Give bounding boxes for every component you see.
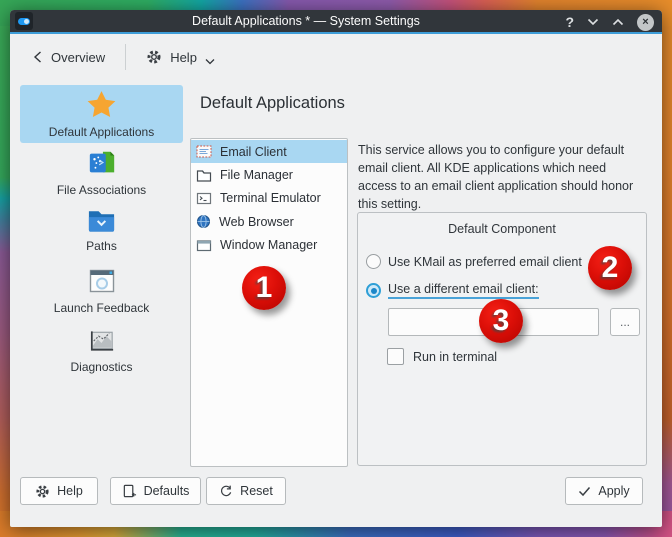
kde-gear-icon xyxy=(35,484,50,499)
sidebar-item-diagnostics[interactable]: Diagnostics xyxy=(20,327,183,374)
undo-arrow-icon xyxy=(219,484,233,498)
sidebar-item-label: Launch Feedback xyxy=(54,301,149,315)
maximize-icon[interactable] xyxy=(612,18,624,26)
apply-button-label: Apply xyxy=(598,484,629,498)
radio-kmail-unchecked[interactable] xyxy=(366,254,381,269)
sidebar-item-label: Default Applications xyxy=(49,125,154,139)
email-stamp-icon xyxy=(196,144,212,159)
star-icon xyxy=(86,90,117,120)
checkmark-icon xyxy=(578,486,591,497)
close-icon[interactable]: × xyxy=(637,14,654,31)
service-description: This service allows you to configure you… xyxy=(358,141,650,213)
run-in-terminal-label: Run in terminal xyxy=(413,350,497,364)
overview-label: Overview xyxy=(51,50,105,65)
titlebar[interactable]: Default Applications * — System Settings… xyxy=(10,10,662,34)
sidebar-item-label: Paths xyxy=(86,239,117,253)
annotation-badge-1: 1 xyxy=(242,266,286,310)
list-item-file-manager[interactable]: File Manager xyxy=(191,163,347,186)
run-in-terminal-checkbox[interactable] xyxy=(387,348,404,365)
system-settings-app-icon xyxy=(15,12,33,30)
help-button-label: Help xyxy=(57,484,83,498)
desktop: Default Applications * — System Settings… xyxy=(0,0,672,537)
overview-back-button[interactable]: Overview xyxy=(24,44,113,71)
list-item-label: Email Client xyxy=(220,145,287,159)
sidebar-item-label: File Associations xyxy=(57,183,146,197)
reset-button-label: Reset xyxy=(240,484,273,498)
list-item-label: Web Browser xyxy=(219,215,294,229)
sidebar-item-launch-feedback[interactable]: Launch Feedback xyxy=(20,266,183,315)
document-revert-icon xyxy=(122,484,137,499)
groupbox-title: Default Component xyxy=(358,222,646,236)
list-item-label: Terminal Emulator xyxy=(220,191,321,205)
reset-button[interactable]: Reset xyxy=(206,477,286,505)
browse-button[interactable]: ... xyxy=(610,308,640,336)
help-menu-button[interactable]: Help xyxy=(138,43,223,71)
terminal-icon xyxy=(196,191,212,206)
folder-paths-icon xyxy=(86,206,117,234)
radio-different-checked[interactable] xyxy=(366,283,381,298)
sidebar-item-file-associations[interactable]: File Associations xyxy=(20,148,183,197)
window-title: Default Applications * — System Settings xyxy=(70,14,542,28)
annotation-badge-2: 2 xyxy=(588,246,632,290)
toolbar: Overview Help xyxy=(10,36,662,78)
window-icon xyxy=(196,238,212,253)
radio-different-label: Use a different email client: xyxy=(388,282,539,299)
titlebar-help-icon[interactable]: ? xyxy=(565,14,574,30)
sidebar-item-label: Diagnostics xyxy=(70,360,132,374)
toolbar-separator xyxy=(125,44,126,70)
defaults-button-label: Defaults xyxy=(144,484,190,498)
help-menu-label: Help xyxy=(170,50,197,65)
page-title: Default Applications xyxy=(200,94,345,113)
sidebar-item-default-applications[interactable]: Default Applications xyxy=(20,85,183,143)
radio-kmail-label: Use KMail as preferred email client xyxy=(388,255,582,269)
defaults-button[interactable]: Defaults xyxy=(110,477,201,505)
launch-feedback-icon xyxy=(86,266,118,296)
list-item-terminal-emulator[interactable]: Terminal Emulator xyxy=(191,187,347,210)
kde-gear-icon xyxy=(146,49,162,65)
list-item-label: File Manager xyxy=(220,168,293,182)
globe-icon xyxy=(196,214,211,229)
sidebar-item-paths[interactable]: Paths xyxy=(20,206,183,253)
list-item-email-client[interactable]: Email Client xyxy=(191,140,347,163)
help-button[interactable]: Help xyxy=(20,477,98,505)
system-settings-window: Default Applications * — System Settings… xyxy=(10,10,662,527)
list-item-web-browser[interactable]: Web Browser xyxy=(191,210,347,233)
help-menu-chevron-down-icon xyxy=(205,58,215,65)
back-chevron-icon xyxy=(32,50,43,64)
run-in-terminal-row[interactable]: Run in terminal xyxy=(387,348,497,365)
radio-row-different-client[interactable]: Use a different email client: xyxy=(366,282,539,299)
minimize-icon[interactable] xyxy=(587,18,599,26)
folder-outline-icon xyxy=(196,168,212,183)
annotation-badge-3: 3 xyxy=(479,299,523,343)
file-associations-icon xyxy=(87,148,117,178)
radio-row-kmail[interactable]: Use KMail as preferred email client xyxy=(366,254,582,269)
diagnostics-chart-icon xyxy=(86,327,117,355)
list-item-window-manager[interactable]: Window Manager xyxy=(191,234,347,257)
apply-button[interactable]: Apply xyxy=(565,477,643,505)
list-item-label: Window Manager xyxy=(220,238,317,252)
